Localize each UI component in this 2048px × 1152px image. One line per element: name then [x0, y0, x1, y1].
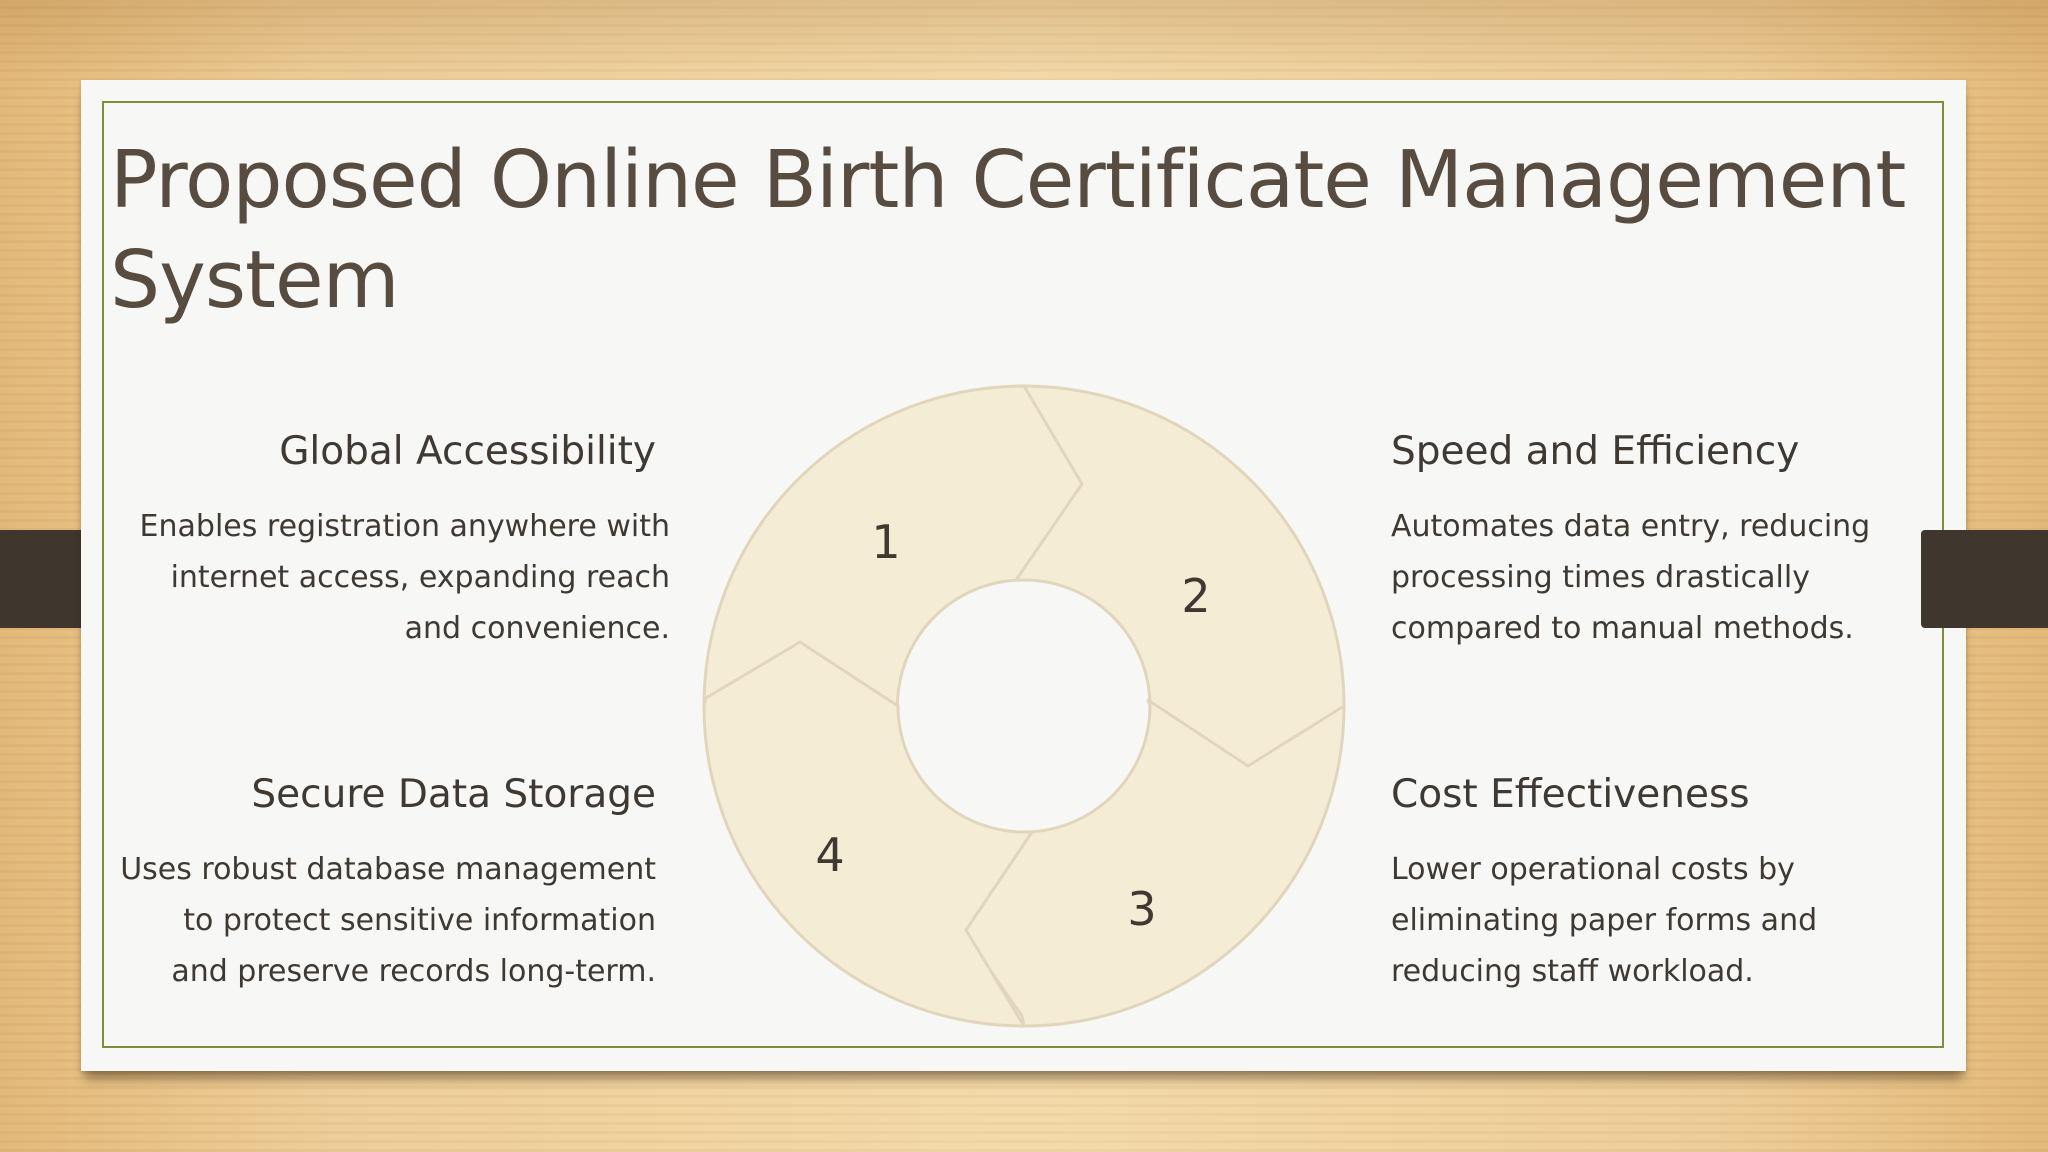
feature-description-speed-efficiency: Automates data entry, reducing processin…: [1391, 509, 1871, 646]
right-binder-tab: [1921, 530, 2048, 628]
feature-description-cost-effectiveness: Lower operational costs by eliminating p…: [1391, 852, 1818, 989]
feature-heading-secure-data-storage: Secure Data Storage: [251, 772, 656, 817]
feature-description-global-accessibility: Enables registration anywhere with inter…: [139, 509, 670, 646]
feature-heading-cost-effectiveness: Cost Effectiveness: [1391, 772, 1750, 817]
cycle-number-2: 2: [1181, 569, 1210, 623]
cycle-number-4: 4: [815, 828, 844, 882]
cycle-number-3: 3: [1127, 882, 1156, 936]
wood-background: [0, 0, 2048, 80]
feature-heading-speed-efficiency: Speed and Efficiency: [1391, 429, 1800, 474]
cycle-segment-2: [1014, 384, 1346, 772]
cycle-number-1: 1: [871, 515, 900, 569]
cycle-segment-3: [960, 698, 1346, 1028]
slide-title: Proposed Online Birth Certificate Manage…: [110, 134, 1906, 326]
cycle-segment-4: [702, 640, 1034, 1028]
feature-description-secure-data-storage: Uses robust database management to prote…: [120, 852, 656, 989]
cycle-diagram: 1 2 3 4: [702, 384, 1346, 1028]
feature-heading-global-accessibility: Global Accessibility: [279, 429, 656, 474]
cycle-segments: [702, 384, 1346, 1028]
